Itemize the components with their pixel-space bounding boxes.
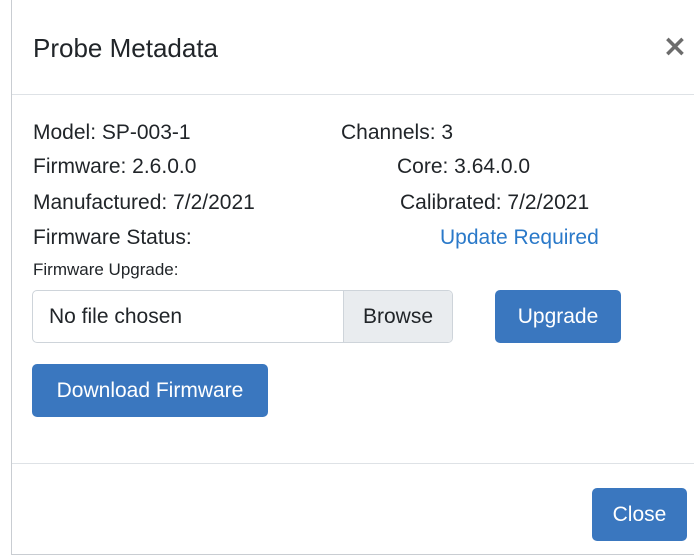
calibrated-text: Calibrated: 7/2/2021	[400, 191, 590, 214]
close-button[interactable]: Close	[592, 488, 687, 541]
close-icon[interactable]: ×	[662, 32, 688, 62]
firmware-file-input[interactable]: No file chosen Browse	[32, 290, 453, 343]
browse-button[interactable]: Browse	[343, 291, 452, 342]
update-required-link[interactable]: Update Required	[440, 225, 599, 251]
footer-divider	[12, 463, 694, 464]
probe-metadata-dialog: Probe Metadata × Model: SP-003-1 Channel…	[11, 0, 694, 555]
firmware-status-label: Firmware Status:	[33, 226, 192, 249]
firmware-upgrade-label: Firmware Upgrade:	[33, 260, 179, 279]
channels-text: Channels: 3	[341, 121, 454, 144]
firmware-text: Firmware: 2.6.0.0	[33, 155, 197, 178]
upgrade-button[interactable]: Upgrade	[495, 290, 621, 343]
file-input-value: No file chosen	[49, 305, 183, 328]
dialog-header: Probe Metadata ×	[12, 0, 694, 95]
download-firmware-button[interactable]: Download Firmware	[32, 364, 268, 417]
core-text: Core: 3.64.0.0	[397, 155, 531, 178]
dialog-title: Probe Metadata	[33, 33, 219, 63]
manufactured-text: Manufactured: 7/2/2021	[33, 191, 255, 214]
model-text: Model: SP-003-1	[33, 121, 191, 144]
